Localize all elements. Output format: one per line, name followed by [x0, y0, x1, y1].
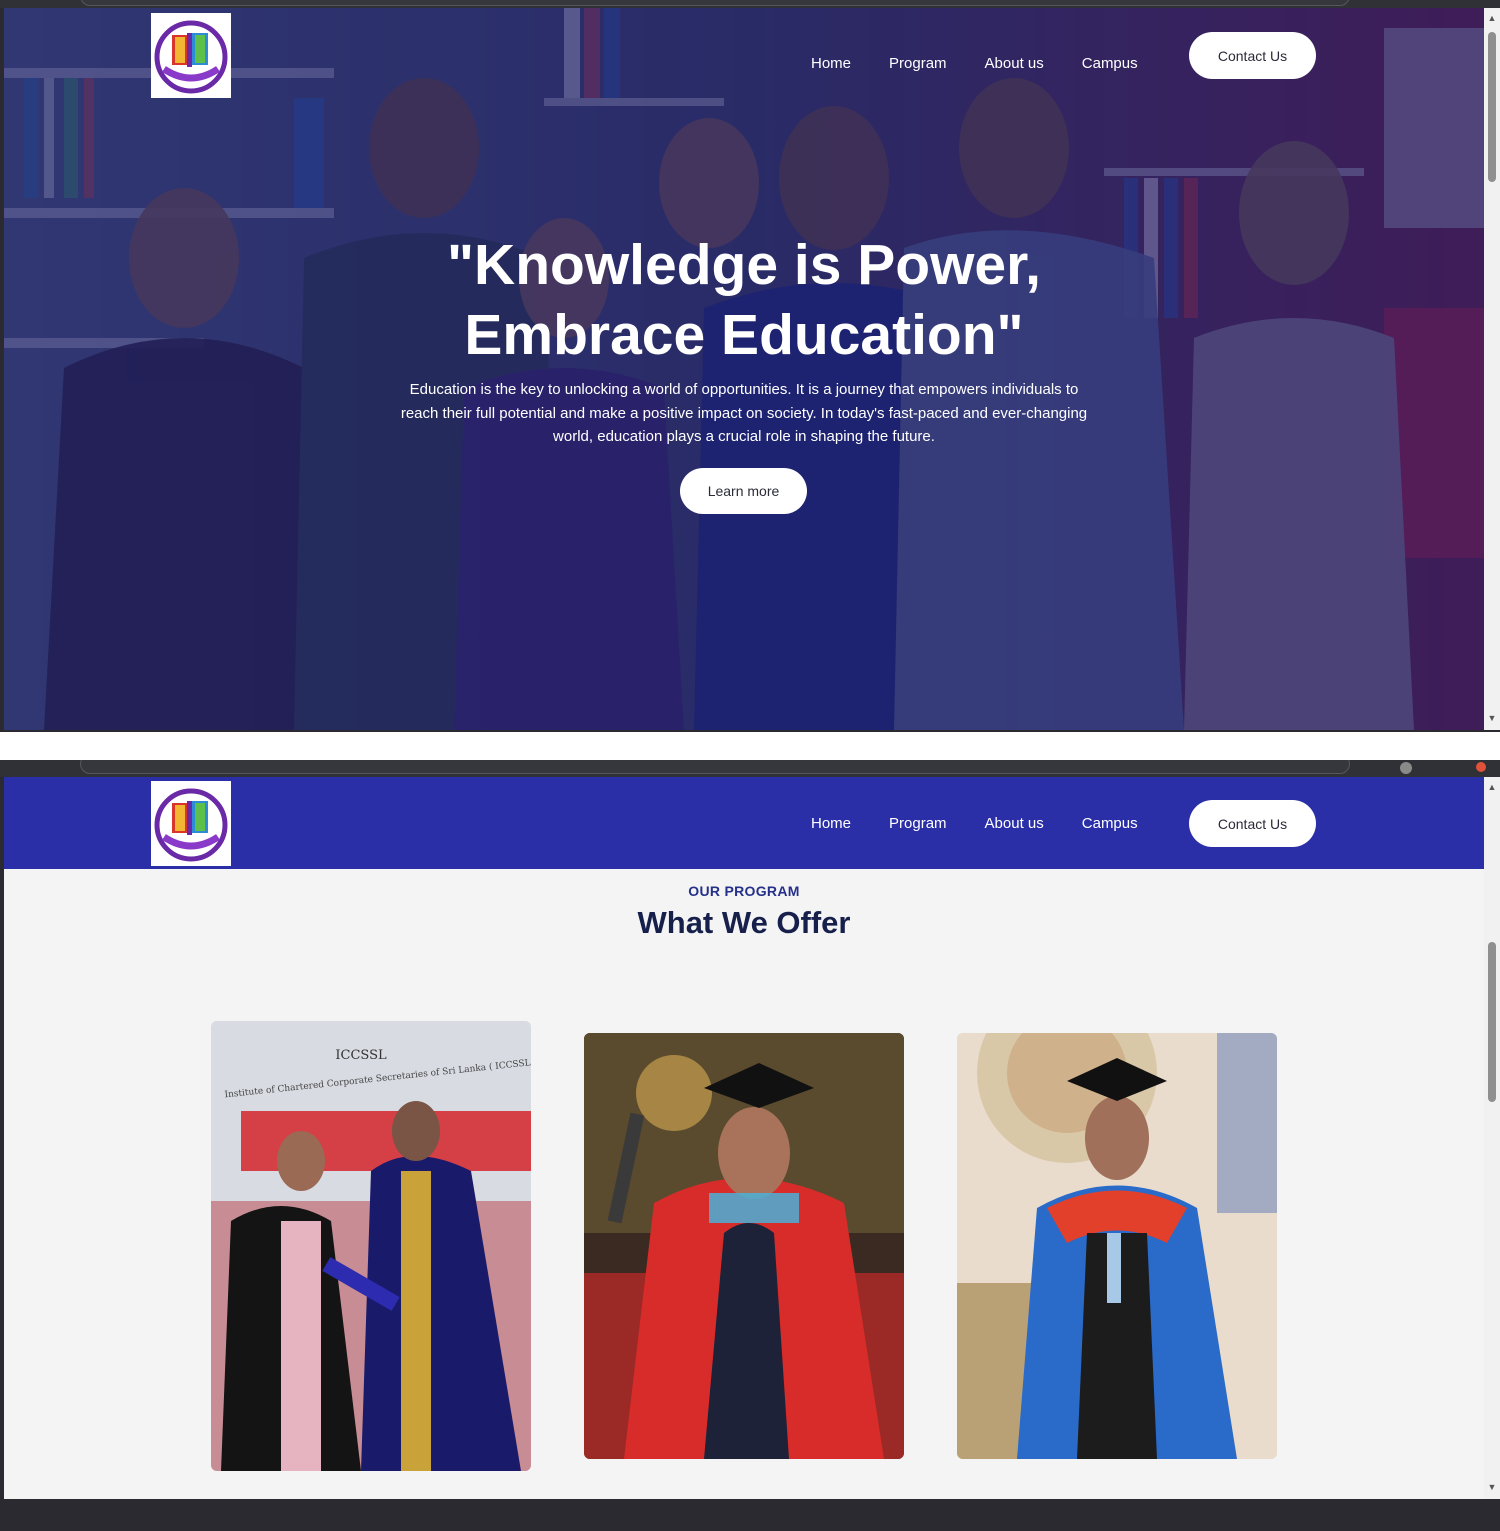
site-logo[interactable] — [151, 13, 231, 98]
hero-paragraph: Education is the key to unlocking a worl… — [400, 381, 1088, 445]
graduate-blue-gown-photo — [957, 1033, 1277, 1459]
hero-screenshot: Home Program About us Campus Contact Us … — [0, 0, 1500, 732]
hero-title: "Knowledge is Power, Embrace Education" — [4, 230, 1484, 370]
scroll-down-icon[interactable]: ▼ — [1484, 1481, 1500, 1493]
nav-program[interactable]: Program — [889, 55, 947, 72]
contact-us-button[interactable]: Contact Us — [1189, 800, 1316, 847]
program-card-2[interactable] — [584, 1033, 904, 1459]
nav-links: Home Program About us Campus — [811, 55, 1176, 72]
nav-program[interactable]: Program — [889, 815, 947, 832]
nav-about[interactable]: About us — [985, 55, 1044, 72]
scroll-up-icon[interactable]: ▲ — [1484, 781, 1500, 793]
nav-campus[interactable]: Campus — [1082, 815, 1138, 832]
program-section: Home Program About us Campus Contact Us … — [4, 777, 1484, 1499]
site-logo[interactable] — [151, 781, 231, 866]
browser-chrome — [0, 0, 1500, 8]
book-logo-icon — [154, 788, 228, 861]
address-bar[interactable] — [80, 760, 1350, 774]
nav-home[interactable]: Home — [811, 55, 851, 72]
scroll-thumb[interactable] — [1488, 942, 1496, 1102]
section-eyebrow: OUR PROGRAM — [688, 883, 800, 899]
header-nav: Home Program About us Campus Contact Us — [4, 777, 1484, 869]
hero-title-line1: "Knowledge is Power, — [447, 233, 1041, 297]
program-card-3[interactable] — [957, 1033, 1277, 1459]
hero-title-line2: Embrace Education" — [464, 303, 1024, 367]
scrollbar[interactable]: ▲ ▼ — [1484, 777, 1500, 1499]
graduate-red-gown-photo — [584, 1033, 904, 1459]
notification-badge-icon — [1476, 762, 1486, 772]
contact-us-button[interactable]: Contact Us — [1189, 32, 1316, 79]
scrollbar[interactable]: ▲ ▼ — [1484, 8, 1500, 730]
nav-links: Home Program About us Campus — [811, 815, 1176, 832]
nav-campus[interactable]: Campus — [1082, 55, 1138, 72]
scroll-down-icon[interactable]: ▼ — [1484, 712, 1500, 724]
section-title: What We Offer — [637, 905, 851, 940]
profile-avatar[interactable] — [1400, 762, 1412, 774]
program-screenshot: Home Program About us Campus Contact Us … — [0, 760, 1500, 1531]
banner-text: ICCSSL — [335, 1048, 387, 1063]
browser-chrome — [0, 760, 1500, 777]
scroll-thumb[interactable] — [1488, 32, 1496, 182]
nav-about[interactable]: About us — [985, 815, 1044, 832]
program-card-1[interactable]: ICCSSL Institute of Chartered Corporate … — [211, 1021, 531, 1471]
address-bar[interactable] — [80, 0, 1350, 6]
header-nav: Home Program About us Campus Contact Us — [4, 8, 1484, 98]
learn-more-button[interactable]: Learn more — [680, 468, 807, 514]
book-logo-icon — [154, 20, 228, 93]
convocation-photo: ICCSSL Institute of Chartered Corporate … — [211, 1021, 531, 1471]
nav-home[interactable]: Home — [811, 815, 851, 832]
scroll-up-icon[interactable]: ▲ — [1484, 12, 1500, 24]
hero-section: Home Program About us Campus Contact Us … — [4, 8, 1484, 730]
